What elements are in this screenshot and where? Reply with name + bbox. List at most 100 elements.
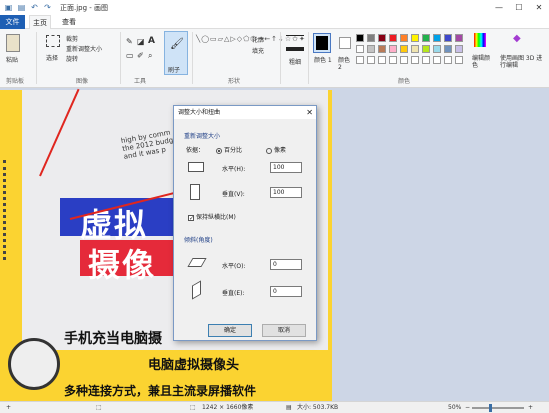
select-icon[interactable] bbox=[46, 35, 60, 47]
vertical-label: 垂直(V): bbox=[222, 191, 245, 198]
separator bbox=[280, 32, 281, 84]
size-button[interactable]: 粗细 bbox=[289, 57, 301, 66]
palette-swatch[interactable] bbox=[367, 34, 375, 42]
selection-icon: ⬚ bbox=[96, 404, 102, 411]
palette-swatch[interactable] bbox=[411, 45, 419, 53]
edit-colors-icon[interactable] bbox=[474, 33, 486, 47]
palette-swatch-empty[interactable] bbox=[411, 56, 419, 64]
tab-file[interactable]: 文件 bbox=[0, 15, 25, 29]
palette-swatch-empty[interactable] bbox=[455, 56, 463, 64]
poster-subtitle-1: 手机充当电脑摄 bbox=[64, 331, 162, 347]
palette-swatch[interactable] bbox=[444, 34, 452, 42]
text-icon[interactable]: A bbox=[148, 36, 155, 46]
palette-swatch[interactable] bbox=[378, 34, 386, 42]
palette-swatch-empty[interactable] bbox=[378, 56, 386, 64]
save-icon[interactable]: ▤ bbox=[17, 3, 26, 12]
cancel-button[interactable]: 取消 bbox=[262, 324, 306, 337]
radio-indicator bbox=[216, 147, 222, 154]
edit-colors-button[interactable]: 编辑颜色 bbox=[472, 55, 494, 69]
fill-button[interactable]: 填充 bbox=[252, 46, 264, 55]
file-size: 大小: 503.7KB bbox=[297, 404, 339, 411]
palette-swatch-empty[interactable] bbox=[367, 56, 375, 64]
size-icon bbox=[286, 35, 304, 51]
shapes-group-label: 形状 bbox=[228, 78, 241, 85]
status-bar: + ⬚ ⬚ 1242 × 1660像素 ▤ 大小: 503.7KB 50% − … bbox=[0, 401, 549, 413]
color1-label: 颜色 1 bbox=[314, 57, 332, 64]
poster-headline-2: 摄像 bbox=[88, 246, 157, 284]
palette-swatch[interactable] bbox=[400, 34, 408, 42]
outline-button[interactable]: 轮廓 bbox=[252, 35, 264, 44]
color-picker-icon[interactable]: ✐ bbox=[137, 51, 144, 60]
color2-button[interactable] bbox=[339, 37, 351, 49]
pencil-icon[interactable]: ✎ bbox=[126, 37, 133, 46]
filesize-icon: ▤ bbox=[286, 404, 292, 411]
rotate-button[interactable]: 旋转 bbox=[66, 54, 78, 63]
eraser-icon[interactable]: ▭ bbox=[126, 51, 134, 60]
select-button[interactable]: 选择 bbox=[46, 53, 58, 62]
tools-group-label: 工具 bbox=[134, 78, 147, 85]
palette-swatch[interactable] bbox=[433, 45, 441, 53]
crop-button[interactable]: 裁剪 bbox=[66, 34, 78, 43]
palette-swatch-empty[interactable] bbox=[433, 56, 441, 64]
palette-swatch[interactable] bbox=[422, 34, 430, 42]
dialog-close-button[interactable]: ✕ bbox=[306, 106, 313, 119]
pixels-radio[interactable]: 像素 bbox=[266, 145, 286, 154]
magnifier-icon[interactable]: ⌕ bbox=[148, 51, 152, 61]
zoom-slider[interactable] bbox=[472, 407, 524, 409]
vertical-skew-icon bbox=[192, 280, 201, 300]
redo-icon[interactable]: ↷ bbox=[43, 3, 52, 12]
zoom-in-button[interactable]: + bbox=[528, 402, 533, 413]
undo-icon[interactable]: ↶ bbox=[30, 3, 39, 12]
color1-button[interactable] bbox=[313, 33, 331, 53]
palette-swatch[interactable] bbox=[367, 45, 375, 53]
fill-icon[interactable]: ◪ bbox=[137, 37, 145, 46]
palette-swatch[interactable] bbox=[411, 34, 419, 42]
paste-icon[interactable] bbox=[6, 34, 20, 52]
resize-button[interactable]: 重新调整大小 bbox=[66, 44, 102, 53]
zoom-level: 50% bbox=[448, 404, 462, 411]
vertical-input[interactable]: 100 bbox=[270, 187, 302, 198]
palette-swatch-empty[interactable] bbox=[422, 56, 430, 64]
palette-swatch[interactable] bbox=[433, 34, 441, 42]
palette-swatch[interactable] bbox=[400, 45, 408, 53]
palette-swatch-empty[interactable] bbox=[444, 56, 452, 64]
skew-vertical-input[interactable]: 0 bbox=[270, 286, 302, 297]
palette-swatch-empty[interactable] bbox=[400, 56, 408, 64]
palette-swatch[interactable] bbox=[444, 45, 452, 53]
separator bbox=[308, 32, 309, 84]
brush-icon: 🖌 bbox=[170, 37, 184, 50]
image-dimensions: 1242 × 1660像素 bbox=[202, 404, 254, 411]
keep-ratio-checkbox[interactable]: ✓ 保持纵横比(M) bbox=[188, 212, 236, 221]
paint3d-button[interactable]: 使用画图 3D 进行编辑 bbox=[500, 55, 546, 69]
percent-radio[interactable]: 百分比 bbox=[216, 145, 242, 154]
zoom-out-button[interactable]: − bbox=[465, 402, 470, 413]
close-button[interactable]: ✕ bbox=[529, 0, 549, 15]
shapes-gallery[interactable]: ╲◯▭▱△▷◇⬠⬡→←↑↓☆✩✦ bbox=[196, 34, 305, 66]
minimize-button[interactable]: — bbox=[489, 0, 509, 15]
tab-home[interactable]: 主页 bbox=[29, 15, 51, 29]
horizontal-input[interactable]: 100 bbox=[270, 162, 302, 173]
palette-swatch[interactable] bbox=[422, 45, 430, 53]
palette-swatch[interactable] bbox=[356, 45, 364, 53]
paste-button[interactable]: 粘贴 bbox=[6, 55, 18, 64]
palette-swatch-empty[interactable] bbox=[389, 56, 397, 64]
palette-swatch[interactable] bbox=[455, 34, 463, 42]
zoom-slider-thumb[interactable] bbox=[489, 404, 492, 412]
colors-group-label: 颜色 bbox=[398, 78, 411, 85]
ok-button[interactable]: 确定 bbox=[208, 324, 252, 337]
paint3d-icon[interactable]: ◆ bbox=[513, 33, 521, 44]
skew-horizontal-input[interactable]: 0 bbox=[270, 259, 302, 270]
palette-swatch[interactable] bbox=[389, 34, 397, 42]
add-icon: + bbox=[6, 404, 12, 411]
radio-indicator bbox=[266, 147, 272, 154]
palette-swatch[interactable] bbox=[378, 45, 386, 53]
skew-vertical-label: 垂直(E): bbox=[222, 290, 245, 297]
tab-view[interactable]: 查看 bbox=[58, 15, 80, 29]
notebook-spiral bbox=[3, 160, 27, 260]
palette-swatch-empty[interactable] bbox=[356, 56, 364, 64]
palette-swatch[interactable] bbox=[455, 45, 463, 53]
resize-skew-dialog: 调整大小和扭曲 ✕ 重新调整大小 依据： 百分比 像素 水平(H): 100 垂… bbox=[173, 105, 317, 341]
palette-swatch[interactable] bbox=[389, 45, 397, 53]
maximize-button[interactable]: ☐ bbox=[509, 0, 529, 15]
palette-swatch[interactable] bbox=[356, 34, 364, 42]
